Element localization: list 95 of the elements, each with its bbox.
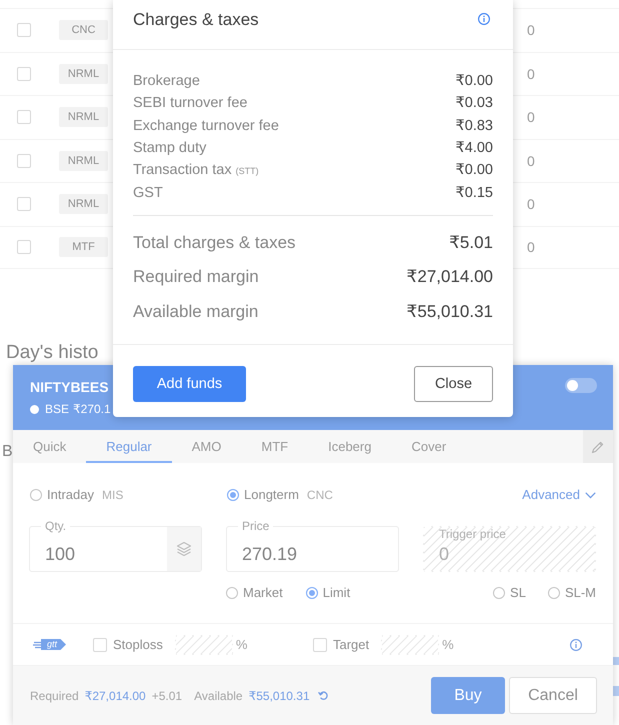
toggle-switch[interactable] <box>565 378 597 393</box>
charge-label: SEBI turnover fee <box>133 94 248 114</box>
total-label: Available margin <box>133 300 258 323</box>
radio-button[interactable] <box>306 587 318 599</box>
column-value: 0 <box>527 152 535 169</box>
charge-label: Transaction tax (STT) <box>133 161 259 180</box>
tab[interactable]: AMO <box>172 430 242 463</box>
radio-button[interactable] <box>30 489 42 501</box>
unit-label: % <box>442 637 454 652</box>
checkbox[interactable] <box>17 197 31 212</box>
tab[interactable]: Cover <box>391 430 466 463</box>
available-label: Available <box>194 688 243 702</box>
section-heading: B <box>2 442 13 462</box>
tab[interactable]: Iceberg <box>308 430 392 463</box>
layers-icon <box>176 541 192 557</box>
checkbox[interactable] <box>17 154 31 168</box>
charge-amount: ₹0.00 <box>456 72 493 91</box>
radio-label[interactable]: SL-M <box>564 583 596 603</box>
checkbox[interactable] <box>17 23 31 38</box>
chevron-down-icon <box>585 492 596 498</box>
radio-label[interactable]: Limit <box>322 583 350 603</box>
checkbox[interactable] <box>17 240 31 254</box>
radio-label[interactable]: SL <box>510 583 526 603</box>
radio-button[interactable] <box>548 587 560 599</box>
product-code: MIS <box>102 487 124 504</box>
checkbox-label[interactable]: Target <box>333 637 370 652</box>
exchange-label[interactable]: BSE <box>45 400 70 418</box>
radio-label[interactable]: Intraday <box>47 485 94 505</box>
column-value: 0 <box>527 109 535 126</box>
charge-label: Brokerage <box>133 72 200 91</box>
charge-amount: ₹4.00 <box>456 138 493 158</box>
radio-button[interactable] <box>227 489 239 501</box>
buy-button[interactable]: Buy <box>431 677 505 714</box>
advanced-link[interactable]: Advanced <box>522 485 596 505</box>
tab[interactable]: Quick <box>13 430 86 463</box>
charge-amount: ₹0.00 <box>456 161 493 180</box>
radio-label[interactable]: Market <box>243 583 283 603</box>
charge-label: GST <box>133 184 163 204</box>
product-badge: NRML <box>59 150 108 171</box>
close-button[interactable]: Close <box>414 366 493 402</box>
checkbox[interactable] <box>313 638 327 652</box>
instrument-name: NIFTYBEES <box>30 378 110 396</box>
field-label: Qty. <box>41 519 70 533</box>
total-amount: ₹55,010.31 <box>406 300 493 323</box>
tab[interactable]: MTF <box>241 430 308 463</box>
charge-amount: ₹0.15 <box>456 184 493 204</box>
cancel-button[interactable]: Cancel <box>509 677 597 714</box>
product-badge: CNC <box>59 20 108 40</box>
checkbox-label[interactable]: Stoploss <box>113 637 163 652</box>
layers-button[interactable] <box>167 527 201 571</box>
field-label: Price <box>238 519 274 533</box>
checkbox[interactable] <box>17 66 31 81</box>
radio-button[interactable] <box>493 587 506 599</box>
gtt-tag[interactable]: gtt <box>41 639 66 650</box>
charges-amount[interactable]: +5.01 <box>152 688 182 702</box>
product-code: CNC <box>306 487 333 504</box>
charge-label: Stamp duty <box>133 138 206 158</box>
pencil-icon <box>591 440 605 454</box>
edit-button[interactable] <box>583 430 613 463</box>
required-amount: ₹27,014.00 <box>84 688 146 702</box>
charge-amount: ₹0.83 <box>456 116 493 136</box>
column-value: 0 <box>527 66 535 82</box>
total-amount: ₹27,014.00 <box>406 266 493 288</box>
motion-lines-icon <box>33 640 41 648</box>
tab[interactable]: Regular <box>86 430 172 463</box>
refresh-icon[interactable] <box>318 690 329 701</box>
add-funds-button[interactable]: Add funds <box>133 366 246 402</box>
dot-icon <box>30 404 39 414</box>
radio-label[interactable]: Longterm <box>244 485 299 505</box>
column-value: 0 <box>527 239 535 256</box>
radio-button[interactable] <box>226 587 238 599</box>
product-badge: NRML <box>59 194 108 214</box>
instrument-price: ₹270.1 <box>73 401 111 418</box>
column-value: 0 <box>527 22 535 38</box>
required-label: Required <box>30 688 79 702</box>
product-badge: NRML <box>59 64 108 84</box>
charge-amount: ₹0.03 <box>456 94 493 114</box>
total-label: Required margin <box>133 266 259 288</box>
total-label: Total charges & taxes <box>133 232 296 254</box>
available-amount: ₹55,010.31 <box>248 688 310 702</box>
product-badge: NRML <box>59 107 108 128</box>
total-amount: ₹5.01 <box>449 232 493 254</box>
dialog-title: Charges & taxes <box>133 9 259 31</box>
unit-label: % <box>236 637 248 652</box>
checkbox[interactable] <box>93 638 107 652</box>
section-heading: Day's histo <box>6 343 98 363</box>
bar-segment <box>613 657 619 665</box>
info-icon[interactable] <box>570 638 582 650</box>
column-value: 0 <box>527 196 535 212</box>
charge-label: Exchange turnover fee <box>133 116 279 136</box>
checkbox[interactable] <box>17 110 31 124</box>
bar-segment <box>613 686 619 696</box>
field-label: Trigger price <box>438 527 507 541</box>
info-icon[interactable] <box>478 13 490 25</box>
product-badge: MTF <box>59 237 108 258</box>
